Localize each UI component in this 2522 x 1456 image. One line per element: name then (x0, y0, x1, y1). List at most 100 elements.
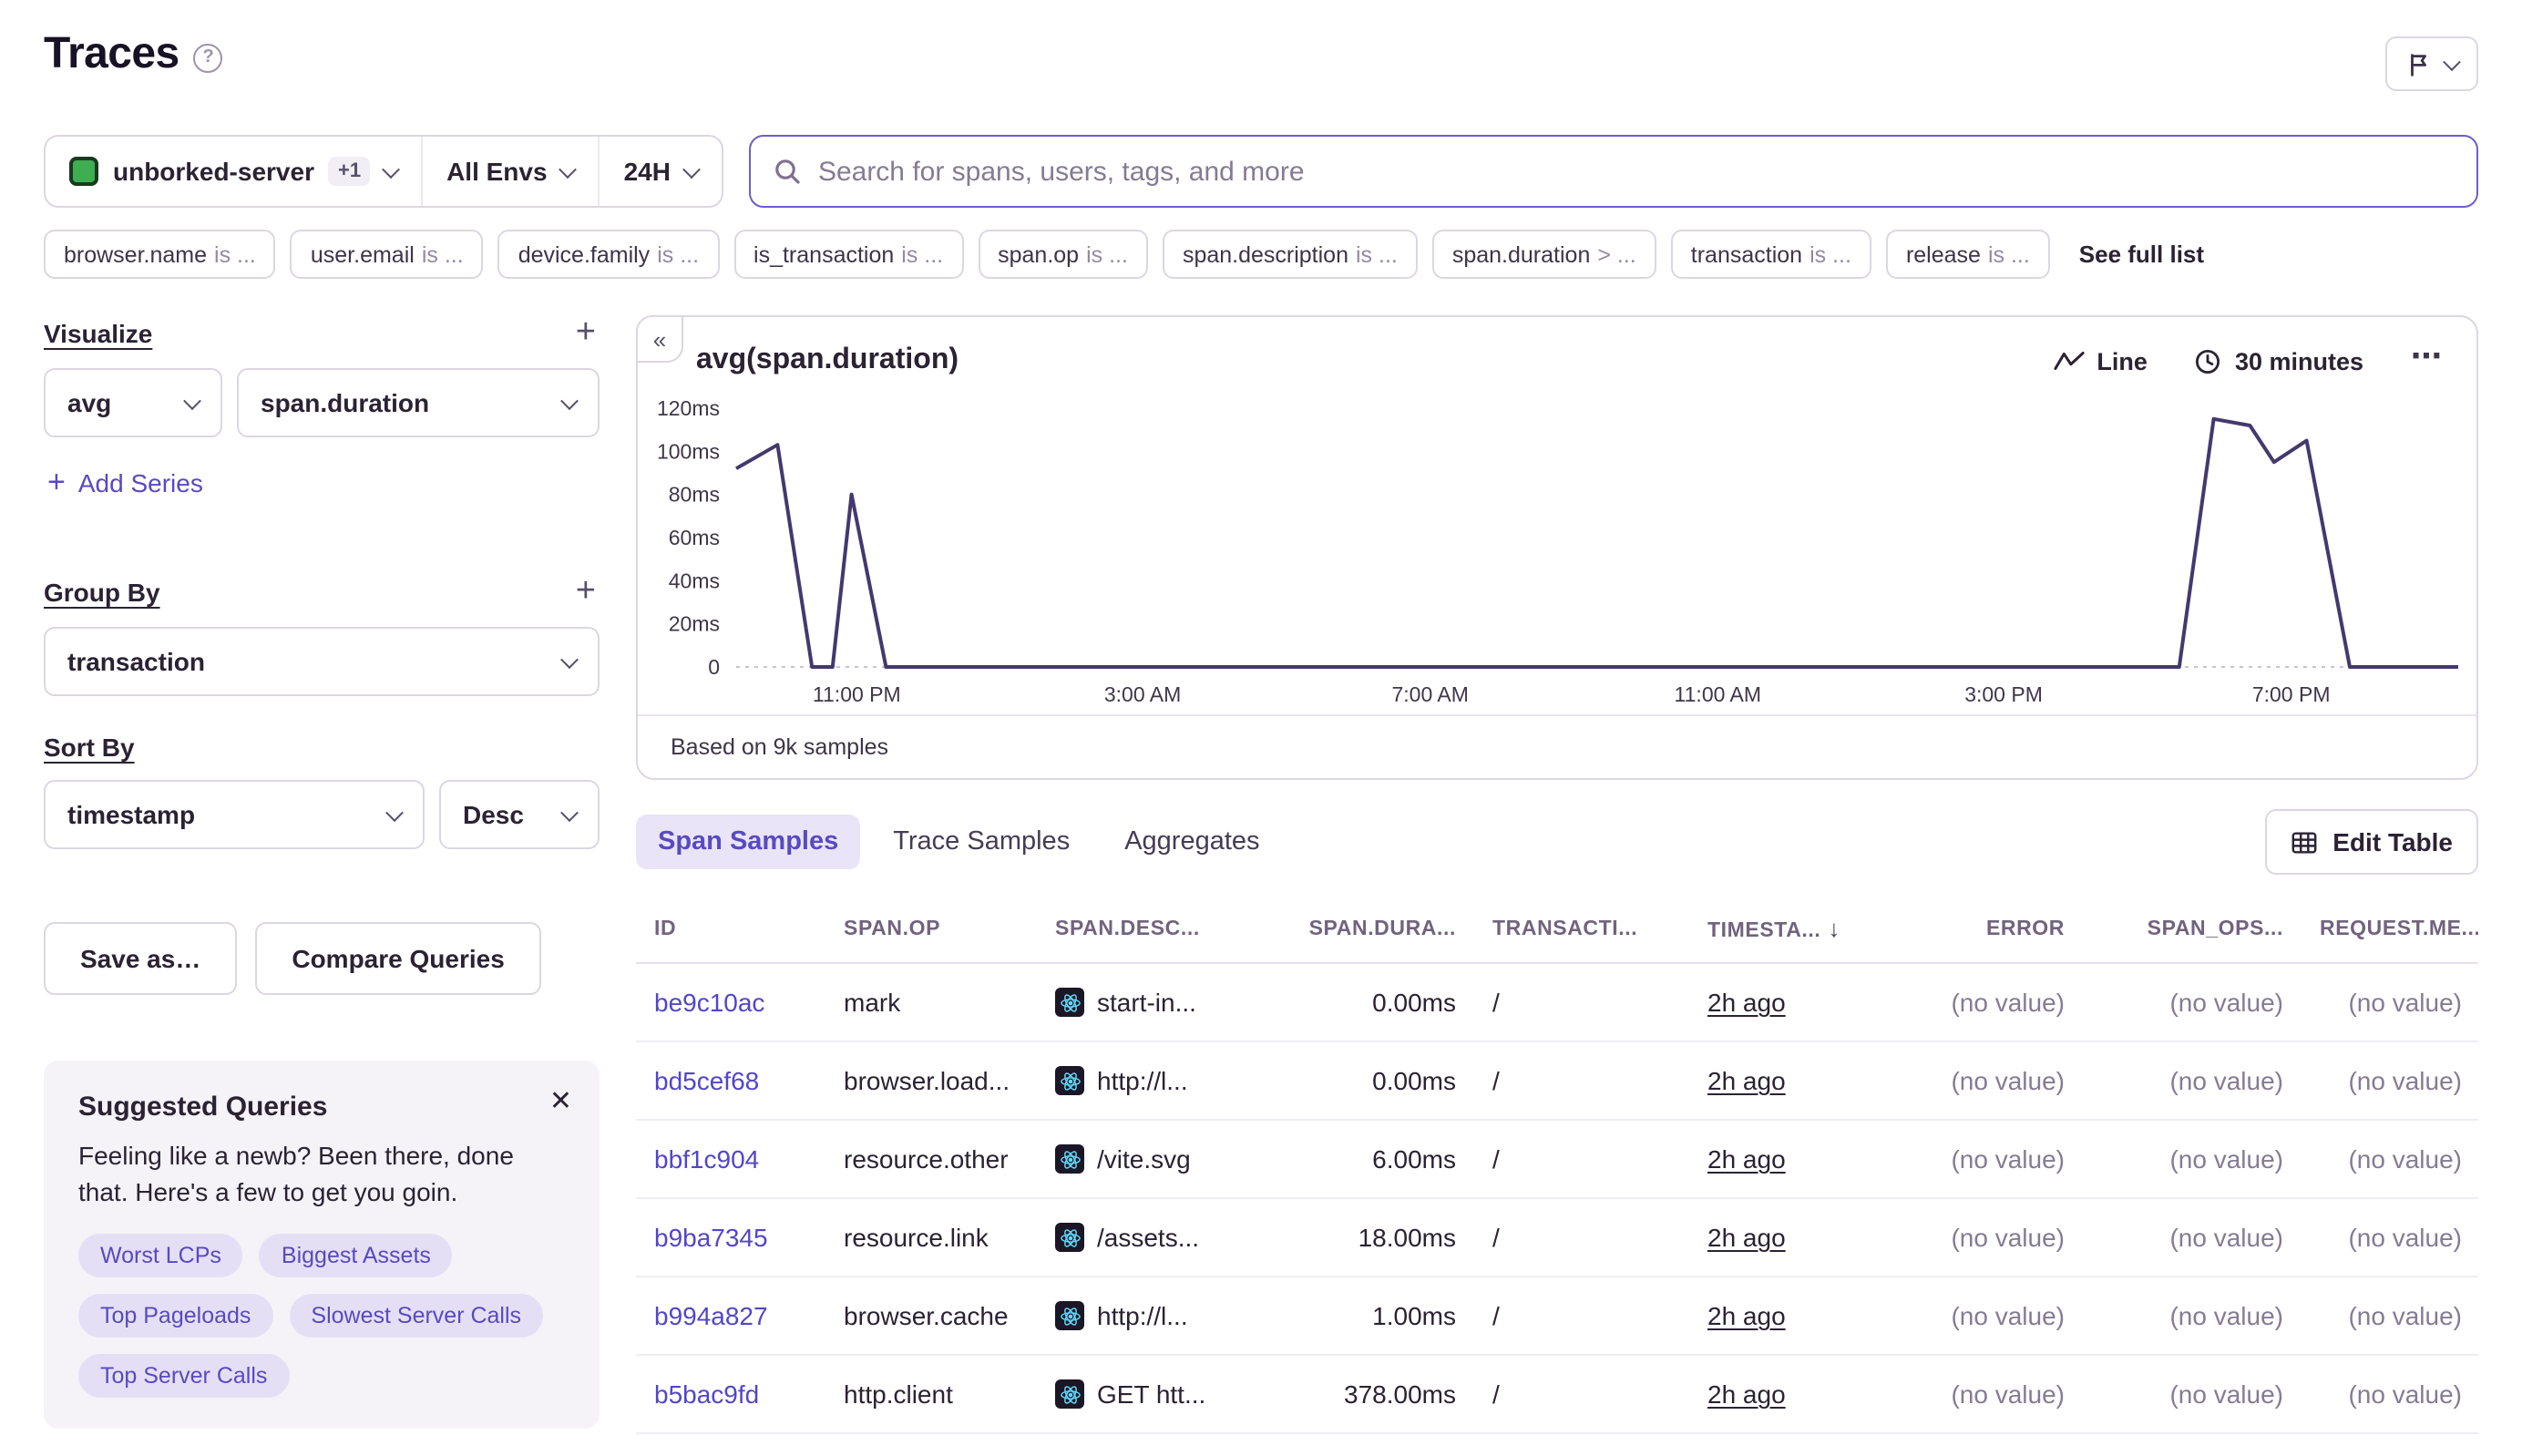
environment-selector[interactable]: All Envs (421, 137, 599, 206)
timestamp-link[interactable]: 2h ago (1707, 1066, 1786, 1095)
column-header-span-dura[interactable]: SPAN.DURA... (1259, 893, 1474, 963)
span-id-link[interactable]: bbf1c904 (654, 1144, 759, 1174)
span-id-link[interactable]: bd5cef68 (654, 1066, 759, 1095)
group-by-value: transaction (67, 647, 205, 676)
cell-error: (no value) (1879, 963, 2083, 1041)
cell-span-ops: (no value) (2083, 1198, 2302, 1277)
tab-span-samples[interactable]: Span Samples (636, 815, 860, 869)
add-series-button[interactable]: + Add Series (47, 467, 203, 497)
cell-transaction: / (1474, 963, 1689, 1041)
cell-timestamp: 2h ago (1689, 1277, 1879, 1355)
timestamp-link[interactable]: 2h ago (1707, 1223, 1786, 1252)
cell-span-op: resource.ifra... (825, 1433, 1037, 1456)
add-visualize-button[interactable]: + (572, 315, 600, 350)
table-row[interactable]: be9c10acmarkstart-in...0.00ms/2h ago(no … (636, 963, 2478, 1041)
filter-chip-release[interactable]: releaseis ... (1886, 230, 2050, 279)
table-row[interactable]: b5bac9fdhttp.clientGET htt...378.00ms/2h… (636, 1355, 2478, 1433)
add-group-by-button[interactable]: + (572, 574, 600, 609)
filter-chips-row: browser.nameis ... user.emailis ... device… (44, 230, 2478, 279)
column-header-error[interactable]: ERROR (1879, 893, 2083, 963)
react-platform-icon (1055, 1223, 1084, 1252)
feature-flags-button[interactable] (2385, 36, 2478, 91)
filter-chip-device.family[interactable]: device.familyis ... (498, 230, 719, 279)
suggested-chip-top-server-calls[interactable]: Top Server Calls (78, 1353, 289, 1397)
table-row[interactable]: b9ba7345resource.link/assets...18.00ms/2… (636, 1198, 2478, 1277)
compare-queries-button[interactable]: Compare Queries (255, 922, 540, 995)
tab-trace-samples[interactable]: Trace Samples (871, 815, 1092, 869)
cell-transaction: / (1474, 1120, 1689, 1198)
project-selector[interactable]: unborked-server +1 (46, 137, 421, 206)
save-as-button[interactable]: Save as… (44, 922, 237, 995)
table-row[interactable]: bbf1c904resource.other/vite.svg6.00ms/2h… (636, 1120, 2478, 1198)
filter-chip-transaction[interactable]: transactionis ... (1671, 230, 1871, 279)
sort-field-select[interactable]: timestamp (44, 780, 425, 849)
filter-chip-is_transaction[interactable]: is_transactionis ... (733, 230, 963, 279)
chart-interval-button[interactable]: 30 minutes (2195, 347, 2363, 374)
column-header-timesta[interactable]: TIMESTA...↓ (1689, 893, 1879, 963)
column-header-span-desc[interactable]: SPAN.DESC... (1037, 893, 1259, 963)
collapse-sidebar-icon[interactable]: « (636, 315, 683, 363)
edit-table-button[interactable]: Edit Table (2265, 809, 2478, 875)
filter-chip-span.duration[interactable]: span.duration> ... (1432, 230, 1656, 279)
cell-span-ops: (no value) (2083, 963, 2302, 1041)
page-title: Traces (44, 29, 179, 80)
close-icon[interactable]: ✕ (549, 1088, 572, 1115)
table-row[interactable]: b41bfb26resource.ifra...https://...276.0… (636, 1433, 2478, 1456)
time-range-label: 24H (624, 157, 671, 186)
tab-aggregates[interactable]: Aggregates (1102, 815, 1281, 869)
cell-span-op: browser.cache (825, 1277, 1037, 1355)
cell-error: (no value) (1879, 1433, 2083, 1456)
search-input[interactable] (818, 156, 2455, 187)
span-id-link[interactable]: b5bac9fd (654, 1379, 759, 1409)
environment-label: All Envs (446, 157, 548, 186)
aggregate-field-select[interactable]: span.duration (237, 368, 600, 437)
filter-chip-browser.name[interactable]: browser.nameis ... (44, 230, 276, 279)
cell-span-id: b41bfb26 (636, 1433, 825, 1456)
span-id-link[interactable]: b994a827 (654, 1301, 768, 1330)
suggested-chip-slowest-server-calls[interactable]: Slowest Server Calls (289, 1293, 543, 1337)
group-by-select[interactable]: transaction (44, 627, 600, 696)
cell-transaction: / (1474, 1041, 1689, 1120)
span-id-link[interactable]: be9c10ac (654, 988, 764, 1017)
suggested-chip-top-pageloads[interactable]: Top Pageloads (78, 1293, 272, 1337)
flag-icon (2405, 50, 2433, 77)
timestamp-link[interactable]: 2h ago (1707, 1144, 1786, 1174)
svg-text:100ms: 100ms (657, 439, 720, 463)
column-header-request-me[interactable]: REQUEST.ME... (2302, 893, 2478, 963)
chevron-down-icon (560, 803, 579, 821)
results-tabs: Span SamplesTrace SamplesAggregates Edit… (636, 809, 2478, 875)
cell-span-duration: 1.00ms (1259, 1277, 1474, 1355)
sort-direction-select[interactable]: Desc (439, 780, 600, 849)
cell-request-method: (no value) (2302, 1120, 2478, 1198)
cell-span-op: browser.load... (825, 1041, 1037, 1120)
react-platform-icon (1055, 1066, 1084, 1095)
column-header-id[interactable]: ID (636, 893, 825, 963)
cell-span-ops: (no value) (2083, 1041, 2302, 1120)
span-description-value[interactable]: http://l... (1097, 1301, 1188, 1330)
aggregate-select[interactable]: avg (44, 368, 222, 437)
table-row[interactable]: b994a827browser.cachehttp://l...1.00ms/2… (636, 1277, 2478, 1355)
timestamp-link[interactable]: 2h ago (1707, 1301, 1786, 1330)
suggested-chip-worst-lcps[interactable]: Worst LCPs (78, 1233, 243, 1277)
cell-request-method: (no value) (2302, 1355, 2478, 1433)
column-header-span-op[interactable]: SPAN.OP (825, 893, 1037, 963)
cell-transaction: / (1474, 1433, 1689, 1456)
chart-more-options-icon[interactable]: ⋯ (2411, 339, 2444, 383)
span-id-link[interactable]: b9ba7345 (654, 1223, 768, 1252)
filter-chip-span.description[interactable]: span.descriptionis ... (1163, 230, 1418, 279)
cell-transaction: / (1474, 1355, 1689, 1433)
filter-chip-span.op[interactable]: span.opis ... (978, 230, 1148, 279)
column-header-span-ops[interactable]: SPAN_OPS... (2083, 893, 2302, 963)
column-header-transacti[interactable]: TRANSACTI... (1474, 893, 1689, 963)
span-description-value[interactable]: http://l... (1097, 1066, 1188, 1095)
help-icon[interactable]: ? (194, 43, 223, 72)
timestamp-link[interactable]: 2h ago (1707, 1379, 1786, 1409)
table-row[interactable]: bd5cef68browser.load...http://l...0.00ms… (636, 1041, 2478, 1120)
timestamp-link[interactable]: 2h ago (1707, 988, 1786, 1017)
suggested-chip-biggest-assets[interactable]: Biggest Assets (260, 1233, 453, 1277)
time-range-selector[interactable]: 24H (599, 137, 722, 206)
filter-chip-user.email[interactable]: user.emailis ... (291, 230, 484, 279)
duration-line-chart[interactable]: 120ms100ms80ms60ms40ms20ms011:00 PM3:00 … (638, 390, 2476, 714)
chart-type-button[interactable]: Line (2053, 347, 2148, 374)
see-full-list-button[interactable]: See full list (2065, 241, 2219, 268)
